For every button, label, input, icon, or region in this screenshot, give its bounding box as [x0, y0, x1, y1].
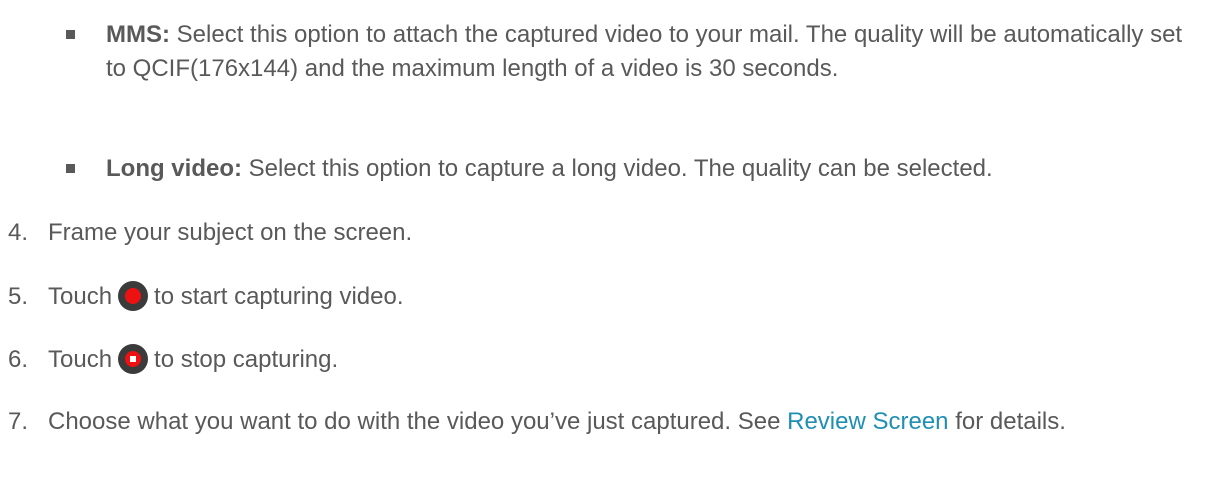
- step-number: 6.: [8, 346, 29, 373]
- bullet-term: MMS:: [106, 21, 170, 48]
- bullet-square-icon: [66, 30, 75, 39]
- bullet-text: Long video: Select this option to captur…: [106, 152, 1196, 186]
- bullet-text: MMS: Select this option to attach the ca…: [106, 18, 1196, 86]
- step-text-after: to stop capturing.: [154, 346, 339, 373]
- step-text-after: for details.: [955, 408, 1066, 435]
- step-text-before: Touch: [48, 283, 113, 310]
- step-text: Touch to stop capturing.: [48, 343, 1198, 377]
- step-text: Touch to start capturing video.: [48, 280, 1198, 314]
- review-screen-link[interactable]: Review Screen: [787, 408, 948, 435]
- bullet-square-icon: [66, 164, 75, 173]
- step-number: 4.: [8, 219, 29, 246]
- bullet-description: Select this option to attach the capture…: [106, 21, 1183, 82]
- step-text-before: Choose what you want to do with the vide…: [48, 408, 781, 435]
- step-text: Frame your subject on the screen.: [48, 219, 413, 246]
- bullet-description: Select this option to capture a long vid…: [241, 155, 993, 182]
- step-number: 7.: [8, 408, 29, 435]
- record-icon: [118, 280, 149, 311]
- step-text-after: to start capturing video.: [154, 283, 404, 310]
- step-number: 5.: [8, 283, 29, 310]
- bullet-term: Long video:: [106, 155, 242, 182]
- stop-record-icon: [118, 343, 149, 374]
- document-page: MMS: Select this option to attach the ca…: [0, 0, 1210, 499]
- step-text: Choose what you want to do with the vide…: [48, 405, 1198, 439]
- step-text-before: Touch: [48, 346, 113, 373]
